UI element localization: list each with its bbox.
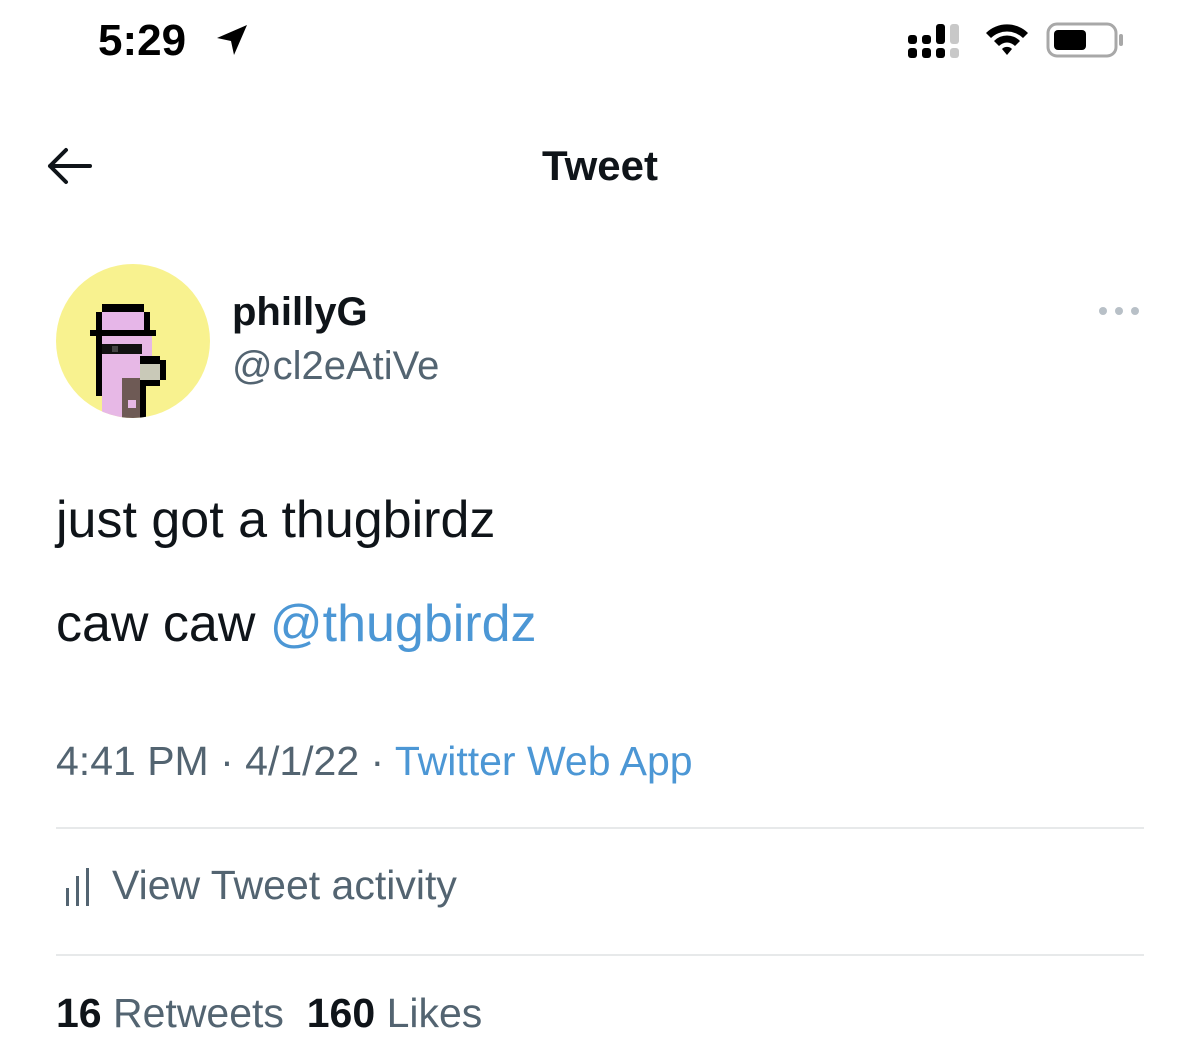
divider: [56, 954, 1144, 956]
like-count: 160: [306, 990, 376, 1036]
tweet-time: 4:41 PM: [56, 738, 209, 784]
engagement-stats: 16 Retweets 160 Likes: [56, 990, 482, 1037]
avatar[interactable]: [56, 264, 210, 418]
tweet-text-line: just got a thugbirdz: [56, 491, 496, 549]
like-label: Likes: [386, 990, 483, 1036]
ellipsis-icon[interactable]: [1098, 304, 1140, 318]
tweet-source-link[interactable]: Twitter Web App: [395, 738, 693, 784]
battery-icon: [1046, 22, 1123, 58]
page-title: Tweet: [542, 142, 658, 189]
mention-link[interactable]: @thugbirdz: [270, 595, 537, 653]
meta-separator: ·: [208, 738, 246, 784]
likes-link[interactable]: 160 Likes: [307, 990, 483, 1036]
tweet-text-line: caw caw @thugbirdz: [56, 594, 537, 654]
divider: [56, 827, 1144, 829]
wifi-icon: [986, 24, 1028, 55]
meta-separator: ·: [359, 738, 395, 784]
author-display-name[interactable]: phillyG: [232, 290, 368, 335]
tweet-date: 4/1/22: [245, 738, 360, 784]
pixel-bird-avatar: [90, 304, 166, 418]
retweet-label: Retweets: [113, 990, 284, 1036]
retweet-count: 16: [56, 990, 102, 1036]
retweets-link[interactable]: 16 Retweets: [56, 990, 284, 1036]
bar-chart-icon: [66, 868, 89, 906]
location-arrow-icon: [217, 25, 247, 55]
tweet-metadata: 4:41 PM · 4/1/22 · Twitter Web App: [56, 738, 693, 785]
author-handle[interactable]: @cl2eAtiVe: [232, 344, 439, 389]
status-time: 5:29: [98, 16, 187, 65]
tweet-text-fragment: caw caw: [56, 595, 270, 653]
cellular-signal-icon: [908, 24, 959, 58]
view-tweet-activity-button[interactable]: View Tweet activity: [112, 862, 457, 909]
